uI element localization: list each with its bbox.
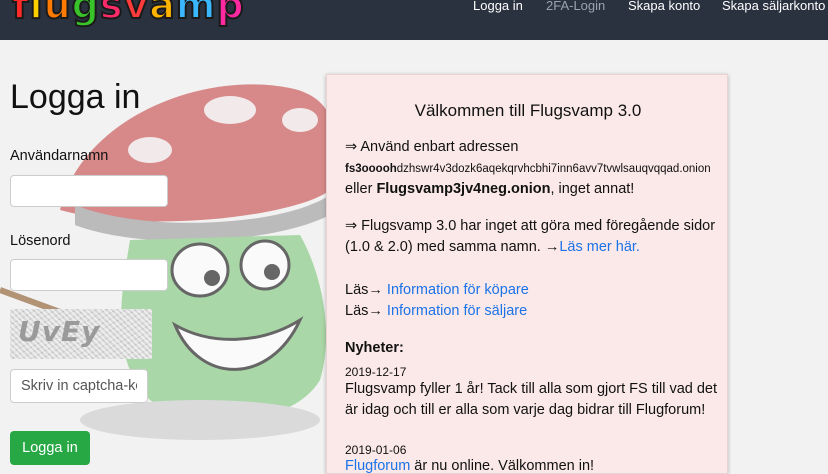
logo-letter: g: [71, 0, 100, 27]
captcha-input[interactable]: [10, 369, 148, 403]
seller-info-line: Läs→ Information för säljare: [345, 303, 528, 319]
disclaimer-line-1: ⇒ Flugsvamp 3.0 har inget att göra med f…: [345, 218, 716, 234]
news-text-line: Flugforum är nu online. Välkommen in!: [345, 458, 595, 474]
news-date: 2019-12-17: [345, 365, 407, 379]
nav-create-account-link[interactable]: Skapa konto: [628, 0, 700, 13]
logo-letter: l: [29, 0, 44, 27]
logo-letter: v: [122, 0, 150, 27]
logo-letter: s: [99, 0, 124, 27]
news-text-line: Flugsvamp fyller 1 år! Tack till alla so…: [345, 381, 718, 397]
login-button[interactable]: Logga in: [10, 431, 90, 465]
password-label: Lösenord: [10, 233, 71, 249]
captcha-image-text: UvEy: [18, 315, 101, 348]
buyer-info-link[interactable]: Information för köpare: [387, 282, 529, 298]
nav-create-seller-account-link[interactable]: Skapa säljarkonto: [722, 0, 825, 13]
buyer-info-line: Läs→ Information för köpare: [345, 282, 529, 298]
username-label: Användarnamn: [10, 148, 109, 164]
onion-address-short-line: eller Flugsvamp3jv4neg.onion, inget anna…: [345, 181, 635, 197]
logo-letter: u: [43, 0, 72, 27]
welcome-panel: Välkommen till Flugsvamp 3.0 ⇒ Använd en…: [326, 74, 728, 474]
username-input[interactable]: [10, 175, 168, 207]
news-date: 2019-01-06: [345, 443, 407, 457]
page-title: Logga in: [10, 78, 141, 116]
nav-2fa-login-link[interactable]: 2FA-Login: [546, 0, 605, 13]
flugsvamp-logo[interactable]: flugsvamp: [11, 0, 245, 27]
flugforum-link[interactable]: Flugforum: [345, 458, 410, 474]
logo-letter: m: [175, 0, 217, 27]
logo-letter: a: [148, 0, 176, 27]
captcha-image: UvEy: [10, 309, 152, 359]
seller-info-link[interactable]: Information för säljare: [387, 303, 527, 319]
onion-address-short: Flugsvamp3jv4neg.onion: [376, 181, 551, 197]
navbar: flugsvamp Logga in 2FA-Login Skapa konto…: [0, 0, 828, 40]
read-more-link[interactable]: Läs mer här.: [559, 239, 640, 255]
logo-letter: f: [11, 0, 30, 27]
address-instruction: ⇒ Använd enbart adressen: [345, 139, 519, 155]
news-text-line: är idag och till er alla som varje dag b…: [345, 402, 706, 418]
welcome-title: Välkommen till Flugsvamp 3.0: [414, 101, 642, 120]
disclaimer-line-2: (1.0 & 2.0) med samma namn. →Läs mer här…: [345, 239, 640, 255]
news-heading: Nyheter:: [345, 340, 404, 356]
logo-letter: p: [216, 0, 245, 27]
password-input[interactable]: [10, 259, 168, 291]
nav-login-link[interactable]: Logga in: [473, 0, 523, 13]
onion-address-long: fs3oooohdzhswr4v3dozk6aqekqrvhcbhi7inn6a…: [345, 163, 711, 175]
